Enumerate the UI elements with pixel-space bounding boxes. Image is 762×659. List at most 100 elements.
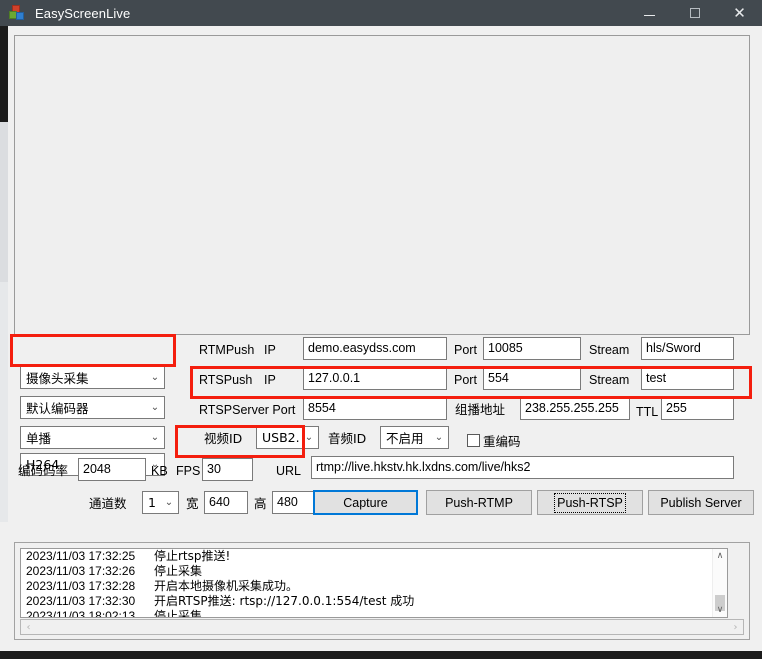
log-timestamp: 2023/11/03 17:32:25: [26, 549, 136, 563]
bitrate-label: 编码码率: [18, 463, 69, 478]
url-input[interactable]: rtmp://live.hkstv.hk.lxdns.com/live/hks2: [311, 456, 734, 479]
log-timestamp: 2023/11/03 17:32:28: [26, 579, 136, 593]
close-button[interactable]: ✕: [717, 0, 762, 26]
window-controls: ✕: [627, 0, 762, 26]
video-id-dropdown[interactable]: USB2.0 H ⌄: [256, 426, 319, 449]
push-rtsp-button[interactable]: Push-RTSP: [537, 490, 643, 515]
chevron-down-icon: ⌄: [434, 432, 444, 443]
minimize-button[interactable]: [627, 0, 672, 26]
log-line: 2023/11/03 18:02:13 停止采集: [21, 609, 727, 618]
channels-label: 通道数: [89, 496, 127, 511]
chevron-down-icon: ⌄: [150, 372, 160, 383]
app-cubes-icon: [9, 5, 25, 21]
push-rtmp-button[interactable]: Push-RTMP: [426, 490, 532, 515]
title-bar: EasyScreenLive ✕: [0, 0, 762, 26]
capture-button[interactable]: Capture: [313, 490, 418, 515]
log-panel: 2023/11/03 17:32:25 停止rtsp推送! 2023/11/03 1…: [14, 542, 750, 640]
rtsp-server-port-label: RTSPServer Port: [199, 403, 296, 417]
encoder-value: 默认编码器: [26, 401, 89, 416]
height-input[interactable]: 480: [272, 491, 316, 514]
recode-checkbox[interactable]: 重编码: [467, 431, 521, 450]
rtsp-ip-input[interactable]: 127.0.0.1: [303, 367, 447, 390]
width-input[interactable]: 640: [204, 491, 248, 514]
log-vertical-scrollbar[interactable]: ∧ ∨: [712, 549, 727, 617]
rtmp-push-label: RTMPush: [199, 343, 255, 357]
log-horizontal-scrollbar[interactable]: ‹ ›: [20, 619, 744, 635]
video-id-label: 视频ID: [204, 431, 243, 446]
log-line: 2023/11/03 17:32:28 开启本地摄像机采集成功。: [21, 579, 727, 594]
bitrate-unit-label: KB: [151, 464, 168, 478]
rtsp-port-input[interactable]: 554: [483, 367, 581, 390]
minimize-icon: [644, 14, 655, 16]
capture-button-label: Capture: [343, 495, 388, 510]
chevron-down-icon: ⌄: [150, 402, 160, 413]
scroll-down-icon[interactable]: ∨: [713, 603, 727, 617]
multicast-address-label: 组播地址: [455, 402, 506, 417]
url-label: URL: [276, 464, 302, 478]
publish-server-button-label: Publish Server: [660, 495, 742, 510]
maximize-button[interactable]: [672, 0, 717, 26]
log-line: 2023/11/03 17:32:25 停止rtsp推送!: [21, 549, 727, 564]
window-title: EasyScreenLive: [35, 5, 131, 21]
fps-input[interactable]: 30: [202, 458, 253, 481]
push-rtsp-button-label: Push-RTSP: [554, 492, 626, 513]
taskbar-dark-strip: [0, 651, 762, 659]
video-id-value: USB2.0 H: [262, 430, 300, 445]
rtsp-port-label: Port: [454, 373, 477, 387]
close-icon: ✕: [733, 3, 746, 22]
log-line: 2023/11/03 17:32:26 停止采集: [21, 564, 727, 579]
encoder-dropdown[interactable]: 默认编码器 ⌄: [20, 396, 165, 419]
log-timestamp: 2023/11/03 17:32:26: [26, 564, 136, 578]
log-timestamp: 2023/11/03 17:32:30: [26, 594, 136, 608]
scroll-left-icon[interactable]: ‹: [21, 622, 36, 633]
background-window-strip-2: [0, 122, 8, 282]
background-window-strip: [0, 26, 8, 122]
log-message: 开启本地摄像机采集成功。: [154, 579, 299, 593]
client-area: 摄像头采集 ⌄ 默认编码器 ⌄ 单播 ⌄ H264 ⌄ RTMPush IP d…: [8, 26, 754, 646]
log-message: 停止采集: [154, 609, 203, 618]
cast-mode-value: 单播: [26, 431, 52, 446]
chevron-down-icon: ⌄: [164, 497, 174, 508]
log-line: 2023/11/03 17:32:30 开启RTSP推送: rtsp://127.…: [21, 594, 727, 609]
audio-id-label: 音频ID: [328, 431, 367, 446]
app-window: EasyScreenLive ✕ 摄像头采集 ⌄ 默认编码器 ⌄ 单播 ⌄ H2…: [0, 0, 762, 659]
rtmp-ip-label: IP: [264, 343, 276, 357]
channels-dropdown[interactable]: 1 ⌄: [142, 491, 179, 514]
log-message: 开启RTSP推送: rtsp://127.0.0.1:554/test 成功: [154, 594, 415, 608]
log-timestamp: 2023/11/03 18:02:13: [26, 609, 136, 618]
rtsp-stream-input[interactable]: test: [641, 367, 734, 390]
rtmp-stream-input[interactable]: hls/Sword: [641, 337, 734, 360]
log-line-list: 2023/11/03 17:32:25 停止rtsp推送! 2023/11/03 1…: [21, 549, 727, 618]
height-label: 高: [254, 496, 267, 511]
channels-value: 1: [148, 495, 156, 510]
rtsp-push-label: RTSPush: [199, 373, 253, 387]
publish-server-button[interactable]: Publish Server: [648, 490, 754, 515]
rtsp-stream-label: Stream: [589, 373, 630, 387]
multicast-address-input[interactable]: 238.255.255.255: [520, 397, 630, 420]
rtsp-ip-label: IP: [264, 373, 276, 387]
maximize-icon: [689, 8, 700, 18]
background-window-strip-3: [0, 282, 8, 522]
ttl-input[interactable]: 255: [661, 397, 734, 420]
rtmp-ip-input[interactable]: demo.easydss.com: [303, 337, 447, 360]
audio-id-dropdown[interactable]: 不启用 ⌄: [380, 426, 449, 449]
source-mode-value: 摄像头采集: [26, 371, 89, 386]
ttl-label: TTL: [636, 405, 659, 419]
chevron-down-icon: ⌄: [304, 432, 314, 443]
scroll-up-icon[interactable]: ∧: [713, 549, 727, 563]
log-text-area[interactable]: 2023/11/03 17:32:25 停止rtsp推送! 2023/11/03 1…: [20, 548, 728, 618]
video-preview-area[interactable]: [14, 35, 750, 335]
chevron-down-icon: ⌄: [150, 432, 160, 443]
source-mode-dropdown[interactable]: 摄像头采集 ⌄: [20, 366, 165, 389]
cast-mode-dropdown[interactable]: 单播 ⌄: [20, 426, 165, 449]
bitrate-input[interactable]: 2048: [78, 458, 146, 481]
fps-label: FPS: [176, 464, 201, 478]
log-message: 停止采集: [154, 564, 203, 578]
rtsp-server-port-input[interactable]: 8554: [303, 397, 447, 420]
scroll-right-icon[interactable]: ›: [728, 622, 743, 633]
rtmp-port-label: Port: [454, 343, 477, 357]
audio-id-value: 不启用: [386, 431, 424, 446]
rtmp-port-input[interactable]: 10085: [483, 337, 581, 360]
width-label: 宽: [186, 496, 199, 511]
push-rtmp-button-label: Push-RTMP: [445, 495, 513, 510]
